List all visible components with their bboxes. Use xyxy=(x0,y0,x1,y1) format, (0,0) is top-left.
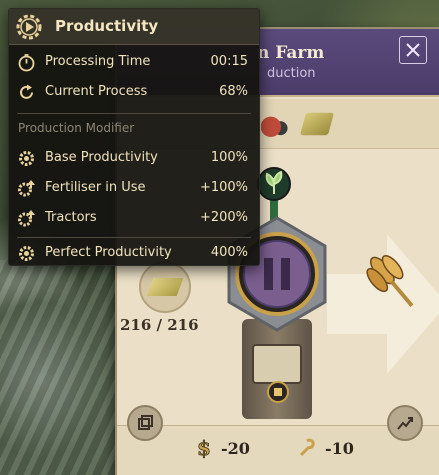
modifier-row-fertiliser: Fertiliser in Use +100% xyxy=(9,178,259,200)
tooltip-title: Productivity xyxy=(55,17,159,35)
copy-icon xyxy=(138,415,153,430)
productivity-gear-icon xyxy=(16,14,42,40)
map-rocks xyxy=(0,260,120,475)
divider xyxy=(17,237,251,238)
hay-icon xyxy=(146,278,184,296)
modifier-row-base: Base Productivity 100% xyxy=(9,148,259,170)
total-productivity-row: Perfect Productivity 400% xyxy=(9,243,259,265)
building-subtitle: duction xyxy=(267,66,316,81)
money-icon: $ xyxy=(193,437,215,459)
productivity-tooltip: Productivity Processing Time 00:15 Curre… xyxy=(8,8,260,266)
current-process-row: Current Process 68% xyxy=(9,82,259,104)
divider xyxy=(17,113,251,114)
close-button[interactable] xyxy=(399,36,427,64)
hay-icon xyxy=(299,112,335,136)
section-label: Production Modifier xyxy=(18,121,135,135)
input-good-slot[interactable] xyxy=(139,261,191,313)
workforce-cost: -10 xyxy=(297,437,354,459)
gear-productivity-icon xyxy=(19,246,34,261)
gear-boost-icon xyxy=(18,180,35,197)
refresh-arrow-icon xyxy=(20,84,33,99)
input-stock: 216 / 216 xyxy=(120,316,199,334)
money-cost-value: -20 xyxy=(221,438,250,458)
workforce-icon xyxy=(297,437,319,459)
building-title: n Farm xyxy=(257,43,325,63)
tractor-icon xyxy=(261,110,289,138)
building-mini-icon[interactable] xyxy=(267,381,289,403)
processing-time-row: Processing Time 00:15 xyxy=(9,52,259,74)
production-pipe xyxy=(242,319,312,419)
stopwatch-icon xyxy=(18,54,35,72)
tooltip-header: Productivity xyxy=(9,9,259,45)
modifier-row-tractors: Tractors +200% xyxy=(9,208,259,230)
statistics-button[interactable] xyxy=(387,405,423,441)
gear-productivity-icon xyxy=(19,151,34,166)
money-cost: $ -20 xyxy=(193,437,250,459)
building-info-button[interactable] xyxy=(127,405,163,441)
close-icon xyxy=(406,43,420,57)
svg-text:$: $ xyxy=(197,437,211,459)
chart-arrow-icon xyxy=(397,417,413,430)
workforce-cost-value: -10 xyxy=(325,438,354,458)
gear-boost-icon xyxy=(18,210,35,227)
wheat-icon[interactable] xyxy=(357,247,427,317)
